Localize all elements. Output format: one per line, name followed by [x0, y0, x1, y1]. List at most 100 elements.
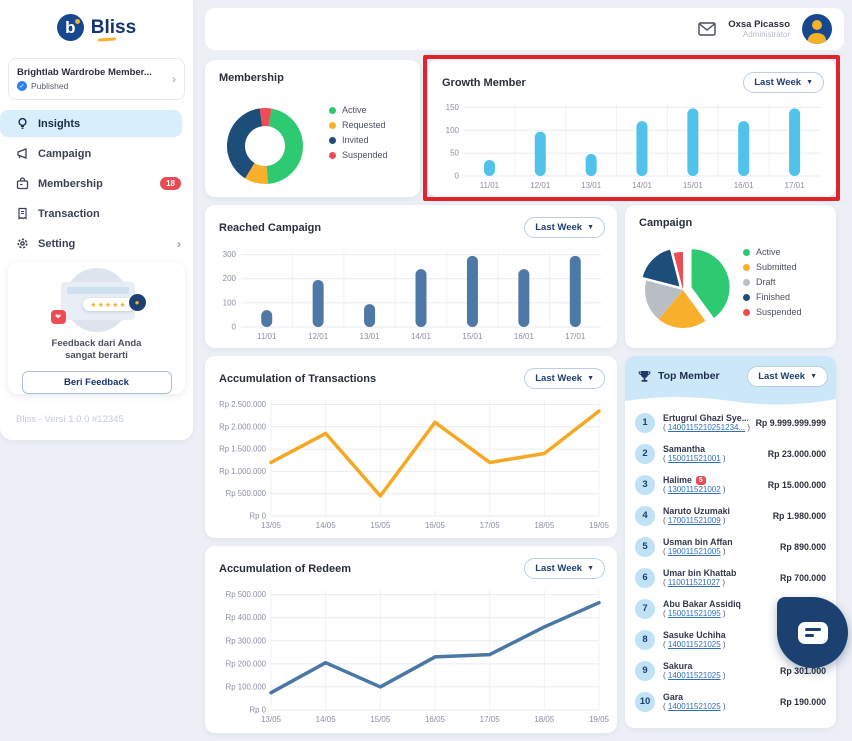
member-id-link[interactable]: 140011521025 — [668, 702, 721, 711]
svg-text:13/05: 13/05 — [261, 521, 282, 530]
redeem-line-chart: Rp 0Rp 100.000Rp 200.000Rp 300.000Rp 400… — [213, 584, 609, 726]
legend-item: Suspended — [329, 150, 388, 160]
member-id: 150011521001 — [663, 454, 760, 463]
svg-text:18/05: 18/05 — [534, 715, 555, 724]
legend-item: Requested — [329, 120, 388, 130]
member-id-link[interactable]: 130011521002 — [668, 485, 721, 494]
mini-avatar-icon — [129, 294, 146, 311]
legend-dot-icon — [743, 309, 750, 316]
sidebar-item-membership[interactable]: Membership 18 — [0, 170, 193, 197]
svg-text:15/05: 15/05 — [370, 715, 391, 724]
member-id: 1400115210251234... — [663, 423, 748, 432]
mail-icon[interactable] — [698, 22, 716, 36]
growth-period-dropdown[interactable]: Last Week▼ — [743, 72, 824, 93]
member-amount: Rp 890.000 — [780, 542, 826, 552]
svg-text:15/05: 15/05 — [370, 521, 391, 530]
svg-text:14/05: 14/05 — [316, 521, 337, 530]
caret-down-icon: ▼ — [806, 79, 813, 86]
svg-text:Rp 2.000.000: Rp 2.000.000 — [219, 422, 266, 431]
chevron-right-icon: › — [177, 238, 181, 250]
transactions-card: Accumulation of Transactions Last Week▼ … — [205, 356, 617, 538]
legend-label: Active — [756, 247, 781, 257]
wave-divider — [625, 395, 836, 407]
top-member-period-dropdown[interactable]: Last Week▼ — [747, 366, 828, 387]
member-rank-badge: 9 — [635, 661, 655, 681]
legend-label: Invited — [342, 135, 369, 145]
member-rank-badge: 8 — [635, 630, 655, 650]
svg-text:12/01: 12/01 — [530, 181, 551, 190]
svg-text:Rp 400.000: Rp 400.000 — [226, 613, 267, 622]
svg-text:300: 300 — [223, 250, 237, 259]
member-id-link[interactable]: 150011521095 — [668, 609, 721, 618]
member-id: 110011521027 — [663, 578, 772, 587]
legend-item: Draft — [743, 277, 802, 287]
svg-text:Rp 1.500.000: Rp 1.500.000 — [219, 445, 266, 454]
give-feedback-button[interactable]: Beri Feedback — [22, 371, 172, 394]
reached-period-dropdown[interactable]: Last Week▼ — [524, 217, 605, 238]
member-rank-badge: 2 — [635, 444, 655, 464]
campaign-card: Campaign ActiveSubmittedDraftFinishedSus… — [625, 205, 836, 348]
transactions-line-chart: Rp 0 Rp 500.000 Rp 1.000.000 Rp 1.500.000 Rp… — [213, 394, 609, 532]
membership-card: Membership ActiveRequestedInvitedSuspend… — [205, 60, 420, 197]
legend-dot-icon — [329, 152, 336, 159]
redeem-period-dropdown[interactable]: Last Week▼ — [524, 558, 605, 579]
legend-label: Suspended — [756, 307, 802, 317]
reached-campaign-title: Reached Campaign — [219, 222, 321, 234]
member-name: Gara — [663, 692, 772, 702]
caret-down-icon: ▼ — [810, 373, 817, 380]
member-row: 5Usman bin Affan190011521005Rp 890.000 — [635, 531, 826, 562]
member-amount: Rp 1.980.000 — [773, 511, 826, 521]
svg-text:17/05: 17/05 — [480, 521, 501, 530]
legend-label: Draft — [756, 277, 776, 287]
legend-dot-icon — [743, 249, 750, 256]
svg-text:15/01: 15/01 — [462, 332, 483, 341]
member-id-link[interactable]: 170011521009 — [668, 516, 721, 525]
feedback-illustration: ★★★★★ ❤ — [17, 268, 177, 334]
svg-text:Rp 0: Rp 0 — [250, 512, 267, 521]
sidebar-item-transaction[interactable]: Transaction — [0, 200, 193, 227]
user-name: Oxsa Picasso — [728, 19, 790, 30]
svg-text:16/05: 16/05 — [425, 715, 446, 724]
svg-text:Rp 500.000: Rp 500.000 — [226, 489, 267, 498]
sidebar-item-campaign[interactable]: Campaign — [0, 140, 193, 167]
member-id-link[interactable]: 190011521005 — [668, 547, 721, 556]
membership-count-badge: 18 — [160, 177, 181, 190]
member-row: 10 Gara140011521025 Rp 190.000 — [635, 686, 826, 717]
svg-text:50: 50 — [450, 149, 459, 158]
member-id: 170011521009 — [663, 516, 765, 525]
legend-label: Finished — [756, 292, 790, 302]
receipt-icon — [15, 207, 29, 221]
member-id-link[interactable]: 140011521025 — [668, 640, 721, 649]
svg-text:12/01: 12/01 — [308, 332, 329, 341]
top-member-title: Top Member — [658, 370, 741, 382]
legend-dot-icon — [329, 137, 336, 144]
legend-item: Submitted — [743, 262, 802, 272]
brand-name: Bliss — [91, 17, 136, 39]
campaign-pie-chart — [627, 231, 743, 345]
workspace-card[interactable]: Brightlab Wardrobe Member... ✓ Published… — [8, 58, 185, 100]
member-id-link[interactable]: 1400115210251234... — [668, 423, 745, 432]
member-name: Naruto Uzumaki — [663, 506, 765, 516]
like-heart-icon: ❤ — [51, 310, 66, 324]
member-rank-badge: 10 — [635, 692, 655, 712]
chevron-right-icon: › — [172, 73, 176, 85]
member-row: 1Ertugrul Ghazi Sye...1400115210251234..… — [635, 407, 826, 438]
member-notification-badge: 5 — [696, 476, 706, 485]
svg-text:Rp 1.000.000: Rp 1.000.000 — [219, 467, 266, 476]
sidebar-item-setting[interactable]: Setting › — [0, 230, 193, 257]
svg-text:13/01: 13/01 — [581, 181, 602, 190]
member-amount: Rp 190.000 — [780, 697, 826, 707]
transactions-period-dropdown[interactable]: Last Week▼ — [524, 368, 605, 389]
chat-fab-button[interactable] — [777, 597, 848, 668]
member-id-link[interactable]: 150011521001 — [668, 454, 721, 463]
growth-member-card: Growth Member Last Week▼ 05010015011/011… — [428, 60, 836, 197]
member-rank-badge: 5 — [635, 537, 655, 557]
user-avatar[interactable] — [802, 14, 832, 44]
sidebar-item-insights[interactable]: Insights — [0, 110, 182, 137]
workspace-status: Published — [31, 81, 68, 91]
member-id-link[interactable]: 110011521027 — [668, 578, 720, 587]
feedback-card: ★★★★★ ❤ Feedback dari Anda sangat berart… — [8, 262, 185, 394]
member-id-link[interactable]: 140011521025 — [668, 671, 721, 680]
feedback-text-line1: Feedback dari Anda — [8, 338, 185, 350]
svg-text:14/01: 14/01 — [411, 332, 432, 341]
